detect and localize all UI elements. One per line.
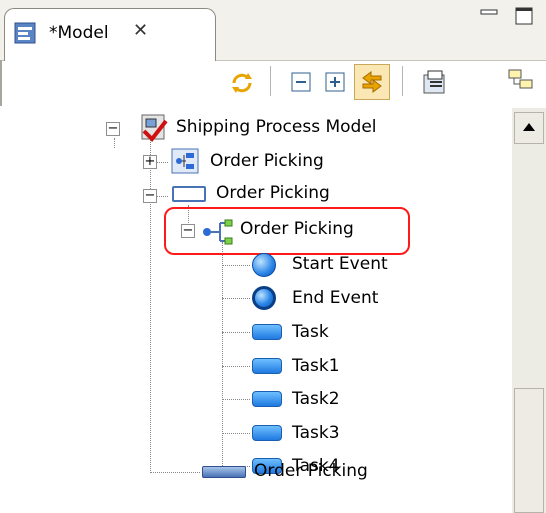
model-view-icon [14,22,36,44]
scroll-up-button[interactable] [514,112,544,144]
link-with-editor-icon [362,71,382,93]
collapse-all-icon[interactable] [290,71,312,93]
end-event-icon [252,286,276,310]
tree-item-task3[interactable]: Task3 [292,423,340,443]
tree-item-order-picking-lane[interactable]: Order Picking [254,461,368,481]
tree-item-order-picking-pool[interactable]: Order Picking [216,183,330,203]
collapse-toggle[interactable]: − [143,189,157,203]
task-icon [252,324,282,340]
scrollbar-thumb[interactable] [514,388,544,513]
arrow-up-icon [523,123,535,131]
minimize-icon[interactable] [480,6,498,24]
model-view-tab[interactable]: *Model ✕ [4,8,216,61]
tab-title: *Model [49,23,109,43]
collapse-toggle[interactable]: − [106,122,120,136]
task-icon [252,358,282,374]
tree-item-order-picking-diagram[interactable]: Order Picking [210,151,324,171]
maximize-icon[interactable] [514,6,534,26]
link-with-editor-button[interactable] [354,64,390,100]
process-model-icon [141,114,168,143]
tree-item-task[interactable]: Task [292,322,329,342]
close-icon[interactable]: ✕ [133,20,148,41]
filter-icon[interactable] [420,67,450,97]
lane-icon [202,466,246,478]
tree-item-order-picking-process[interactable]: Order Picking [240,219,354,239]
process-flow-icon [203,219,233,245]
task-icon [252,391,282,407]
process-diagram-icon [171,148,199,174]
pool-icon [172,186,206,202]
expand-toggle[interactable]: + [143,155,157,169]
collapse-toggle[interactable]: − [181,224,195,238]
tree-item-task2[interactable]: Task2 [292,389,340,409]
tree-item-start-event[interactable]: Start Event [292,254,388,274]
task-icon [252,425,282,441]
view-toolbar [0,61,546,106]
start-event-icon [252,253,276,277]
expand-all-icon[interactable] [324,71,346,93]
tree-item-shipping-process-model[interactable]: Shipping Process Model [176,117,377,137]
tree-item-end-event[interactable]: End Event [292,288,378,308]
sync-icon[interactable] [228,69,256,97]
tree-item-task1[interactable]: Task1 [292,356,340,376]
hierarchy-icon[interactable] [506,67,536,97]
